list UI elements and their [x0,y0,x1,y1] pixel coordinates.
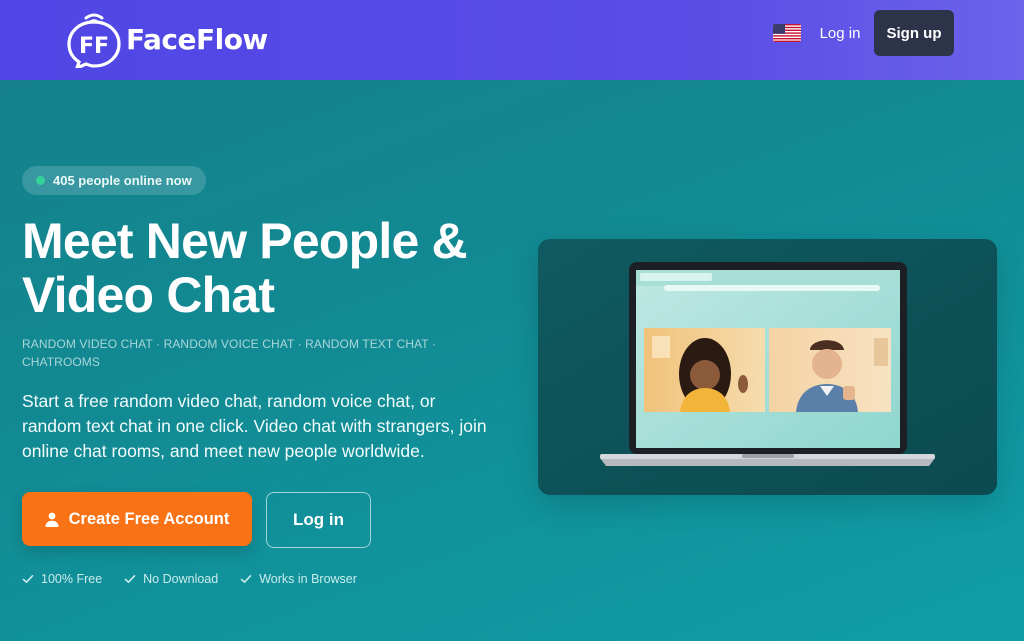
svg-text:FF: FF [79,34,109,59]
header-login-link[interactable]: Log in [810,20,870,46]
feature-item: No Download [124,572,218,586]
feature-label: No Download [143,572,219,586]
hero-description: Start a free random video chat, random v… [22,391,487,461]
brand-logo[interactable]: FF FaceFlow [64,10,268,71]
chat-bubble-logo-icon: FF [64,10,124,71]
signup-button[interactable]: Sign up [874,10,954,56]
feature-tagline: RANDOM VIDEO CHAT · RANDOM VOICE CHAT · … [22,337,437,369]
online-count-badge: 405 people online now [22,166,206,195]
top-navbar: FF FaceFlow Log in Sign up [0,0,1024,80]
online-status-dot-icon [36,176,45,185]
user-icon [45,512,59,527]
feature-item: 100% Free [22,572,102,586]
checkmark-icon [240,575,252,583]
feature-label: 100% Free [41,572,103,586]
laptop-video-chat-illustration [600,262,935,466]
brand-name: FaceFlow [126,22,268,56]
headline-line-1: Meet New People & [22,213,468,269]
headline-line-2: Video Chat [22,267,275,323]
checkmark-icon [22,575,34,583]
feature-label: Works in Browser [259,572,357,586]
us-flag-icon[interactable] [773,24,801,42]
online-count-text: 405 people online now [53,173,192,188]
create-account-label: Create Free Account [68,509,230,528]
create-free-account-button[interactable]: Create Free Account [22,492,252,546]
hero-login-button[interactable]: Log in [266,492,371,548]
feature-item: Works in Browser [240,572,357,586]
page-title: Meet New People & Video Chat [22,214,522,322]
feature-list: 100% Free No Download Works in Browser [22,570,379,588]
checkmark-icon [124,575,136,583]
